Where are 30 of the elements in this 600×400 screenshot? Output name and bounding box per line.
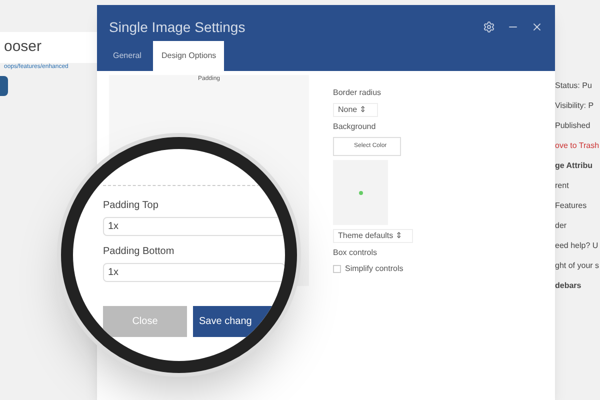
image-preview [333,160,388,225]
field-label: Border radius [333,87,382,99]
tab[interactable]: General [105,41,150,71]
status-item: Visibility: P [555,100,595,112]
settings-icon[interactable] [483,21,495,33]
box-heading: debars [555,280,582,292]
field-label: Background [333,121,377,133]
style-select[interactable]: Theme defaults ⇕ [333,229,413,243]
status-item: Status: Pu [555,80,593,92]
panel-heading: ooser [0,32,97,62]
help-text: eed help? U [555,240,600,252]
close-icon[interactable] [531,21,543,33]
checkbox-label: Simplify controls [345,263,404,275]
field-label: der [555,220,568,232]
status-item: Published [555,120,592,132]
tab[interactable]: Design Options [153,41,224,71]
padding-bottom-input[interactable]: 1x [103,263,285,282]
padding-top-input[interactable]: 1x [103,217,285,236]
field-label: Padding Bottom [103,245,176,259]
parent-select[interactable]: Features [555,200,600,212]
modal-title: Single Image Settings [109,18,246,37]
border-radius-select[interactable]: None ⇕ [333,103,378,117]
primary-button[interactable] [0,76,8,96]
box-heading: ge Attribu [555,160,594,172]
trash-link[interactable]: ove to Trash [555,140,600,152]
field-label: rent [555,180,570,192]
help-text: ght of your s [555,260,600,272]
field-label: Box controls [333,247,378,259]
checkbox[interactable] [333,265,341,273]
field-label: Padding Top [103,199,160,213]
